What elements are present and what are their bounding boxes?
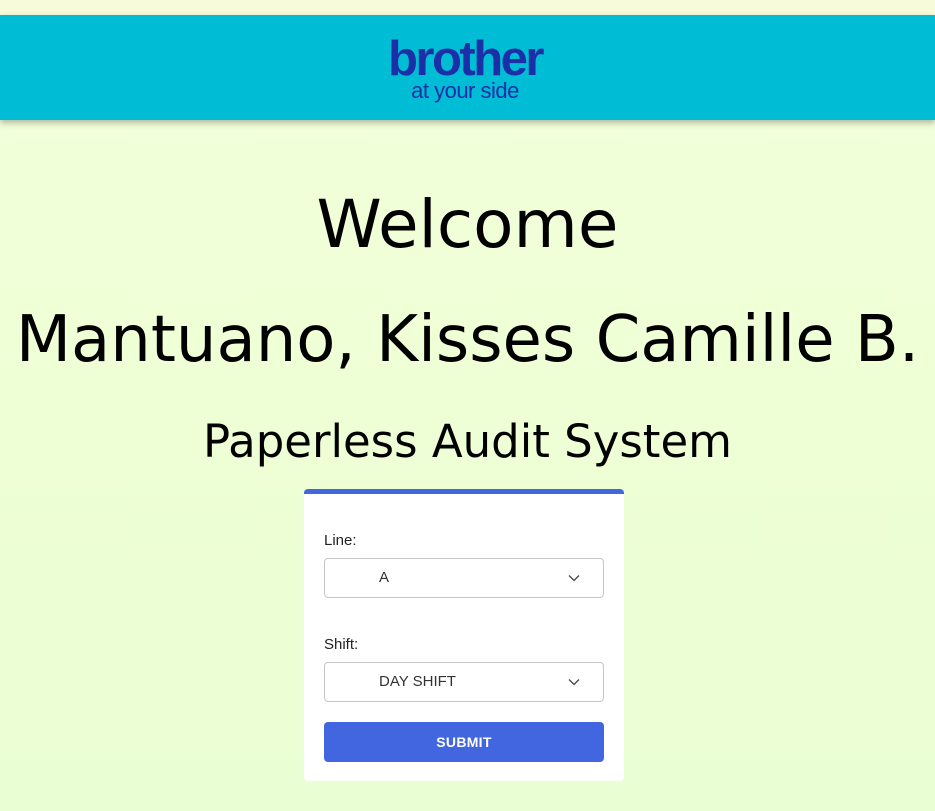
system-title: Paperless Audit System bbox=[203, 415, 732, 468]
line-select-value: A bbox=[379, 569, 390, 586]
line-select[interactable]: A bbox=[324, 558, 604, 598]
audit-form-card: Line: A Shift: DAY SHIFT SUBMIT bbox=[304, 489, 624, 781]
app-header: brother at your side bbox=[0, 15, 935, 120]
submit-button[interactable]: SUBMIT bbox=[324, 722, 604, 762]
chevron-down-icon bbox=[568, 679, 580, 686]
brother-logo: brother at your side bbox=[372, 34, 558, 106]
shift-select[interactable]: DAY SHIFT bbox=[324, 662, 604, 702]
brand-name: brother bbox=[388, 32, 545, 86]
shift-select-value: DAY SHIFT bbox=[379, 673, 456, 690]
line-label: Line: bbox=[324, 532, 357, 549]
chevron-down-icon bbox=[568, 575, 580, 582]
welcome-heading: Welcome bbox=[316, 186, 619, 263]
user-name: Mantuano, Kisses Camille B. bbox=[15, 303, 920, 377]
top-strip bbox=[0, 0, 935, 15]
shift-label: Shift: bbox=[324, 636, 359, 653]
